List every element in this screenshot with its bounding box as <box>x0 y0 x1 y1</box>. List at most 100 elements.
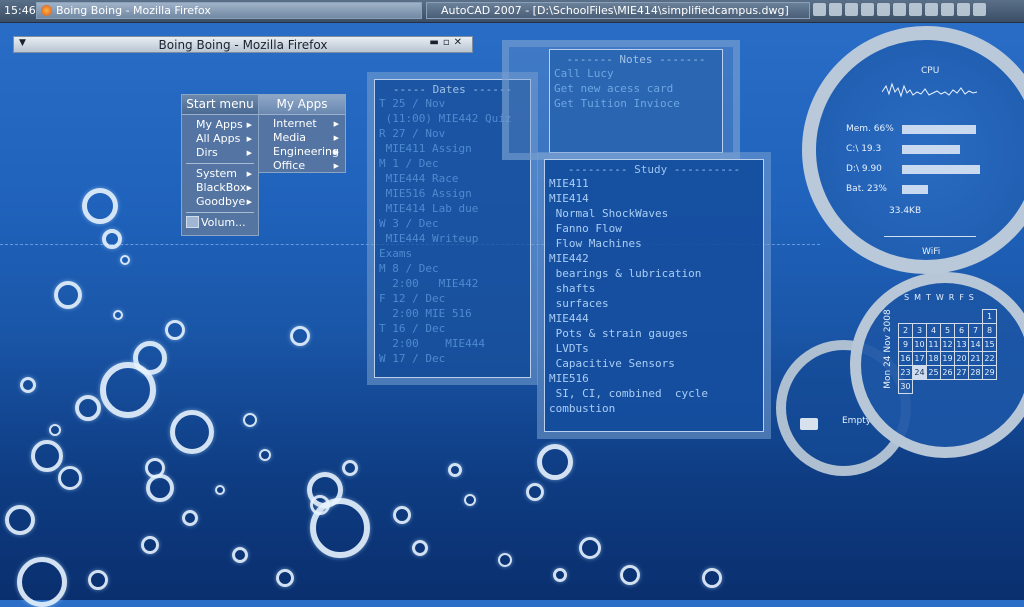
calendar-day[interactable]: 1 <box>982 309 997 324</box>
calendar-day[interactable]: 25 <box>926 365 941 380</box>
study-line: Normal ShockWaves <box>549 207 669 220</box>
study-line: MIE411 <box>549 177 589 190</box>
bubble-decoration <box>243 413 257 427</box>
trash-icon[interactable] <box>800 418 818 430</box>
taskbar-item-autocad[interactable]: AutoCAD 2007 - [D:\SchoolFiles\MIE414\si… <box>426 2 810 19</box>
bubble-decoration <box>448 463 462 477</box>
calendar-day[interactable]: 4 <box>926 323 941 338</box>
bubble-decoration <box>170 410 214 454</box>
bubble-decoration <box>290 326 310 346</box>
calendar-date-label: Mon 24 Nov 2008 <box>883 309 893 389</box>
calendar-day[interactable]: 20 <box>954 351 969 366</box>
wifi-label: WiFi <box>922 247 941 257</box>
dates-line: 2:00 MIE 516 <box>379 307 472 320</box>
calendar-day[interactable]: 23 <box>898 365 913 380</box>
calendar-day[interactable]: 22 <box>982 351 997 366</box>
menu-item-blackbox[interactable]: BlackBox ▶ <box>182 181 258 195</box>
clock[interactable]: 15:46 <box>4 4 36 17</box>
bubble-decoration <box>215 485 225 495</box>
bubble-decoration <box>498 553 512 567</box>
bubble-decoration <box>20 377 36 393</box>
calendar-day[interactable]: 24 <box>912 365 927 380</box>
menu-item-system[interactable]: System ▶ <box>182 167 258 181</box>
calendar-day[interactable]: 18 <box>926 351 941 366</box>
drive-icon[interactable] <box>829 3 842 16</box>
bubble-decoration <box>182 510 198 526</box>
calendar-day[interactable]: 21 <box>968 351 983 366</box>
menu-item-all-apps[interactable]: All Apps ▶ <box>182 132 258 146</box>
bubble-decoration <box>537 444 573 480</box>
bubble-decoration <box>412 540 428 556</box>
study-list: MIE411 MIE414 Normal ShockWaves Fanno Flo… <box>545 176 763 416</box>
network-line <box>884 236 976 237</box>
calendar-day[interactable]: 13 <box>954 337 969 352</box>
calendar-day[interactable]: 19 <box>940 351 955 366</box>
calendar-day[interactable]: 28 <box>968 365 983 380</box>
calendar-day[interactable]: 27 <box>954 365 969 380</box>
stat-label: Bat. 23% <box>846 184 887 194</box>
study-title: --------- Study ---------- <box>567 163 741 176</box>
system-tray <box>813 3 986 16</box>
drive-icon[interactable] <box>877 3 890 16</box>
menu-item-dirs[interactable]: Dirs ▶ <box>182 146 258 160</box>
calendar-day[interactable]: 10 <box>912 337 927 352</box>
display-icon[interactable] <box>813 3 826 16</box>
calendar-day[interactable]: 14 <box>968 337 983 352</box>
bubble-decoration <box>82 188 118 224</box>
calendar-day[interactable]: 3 <box>912 323 927 338</box>
bubble-decoration <box>141 536 159 554</box>
calendar-day[interactable]: 5 <box>940 323 955 338</box>
firefox-window-titlebar[interactable]: ▼ Boing Boing - Mozilla Firefox ▬▫✕ <box>13 36 473 53</box>
task-label: Boing Boing - Mozilla Firefox <box>56 4 211 17</box>
power-icon[interactable] <box>973 3 986 16</box>
bubble-decoration <box>54 281 82 309</box>
study-panel: --------- Study ---------- MIE411 MIE414 … <box>537 152 771 439</box>
speaker-icon[interactable] <box>957 3 970 16</box>
monitor-icon[interactable] <box>925 3 938 16</box>
cpu-graph <box>882 82 978 98</box>
network-icon[interactable] <box>845 3 858 16</box>
calendar-day[interactable]: 15 <box>982 337 997 352</box>
network-icon[interactable] <box>893 3 906 16</box>
calendar-day[interactable]: 17 <box>912 351 927 366</box>
window-controls[interactable]: ▬▫✕ <box>429 37 466 48</box>
bubble-decoration <box>49 424 61 436</box>
calendar-day[interactable]: 12 <box>940 337 955 352</box>
menu-item-internet[interactable]: Internet ▶ <box>259 117 345 131</box>
taskbar-item-firefox[interactable]: Boing Boing - Mozilla Firefox <box>36 2 422 19</box>
calendar-day[interactable]: 9 <box>898 337 913 352</box>
calendar-day[interactable]: 30 <box>898 379 913 394</box>
bubble-decoration <box>113 310 123 320</box>
dates-line: Exams <box>379 247 413 260</box>
menu-item-goodbye[interactable]: Goodbye ▶ <box>182 195 258 209</box>
calendar-day[interactable]: 16 <box>898 351 913 366</box>
dates-line: 2:00 MIE444 <box>379 337 485 350</box>
menu-item-volume[interactable]: Volum... <box>182 216 258 230</box>
bubble-decoration <box>259 449 271 461</box>
stat-bar <box>902 125 976 134</box>
menu-item-media[interactable]: Media ▶ <box>259 131 345 145</box>
dates-line: MIE444 Race <box>379 172 459 185</box>
calendar-day[interactable]: 6 <box>954 323 969 338</box>
calendar-day[interactable]: 11 <box>926 337 941 352</box>
bubble-decoration <box>145 458 165 478</box>
signal-icon[interactable] <box>909 3 922 16</box>
calendar-day[interactable]: 7 <box>968 323 983 338</box>
menu-item-my-apps[interactable]: My Apps ▶ <box>182 118 258 132</box>
calendar-day[interactable]: 8 <box>982 323 997 338</box>
bubble-decoration <box>702 568 722 588</box>
notes-title: ------- Notes ------- <box>566 53 706 66</box>
calendar-day[interactable]: 29 <box>982 365 997 380</box>
bubble-decoration <box>75 395 101 421</box>
menu-item-engineering[interactable]: Engineering ▶ <box>259 145 345 159</box>
settings-icon[interactable] <box>861 3 874 16</box>
bubble-decoration <box>5 505 35 535</box>
calendar-empty <box>927 380 941 394</box>
calendar-empty <box>941 310 955 324</box>
dates-line: M 8 / Dec <box>379 262 439 275</box>
volume-icon[interactable] <box>941 3 954 16</box>
study-line: surfaces <box>549 297 609 310</box>
menu-item-office[interactable]: Office ▶ <box>259 159 345 173</box>
calendar-day[interactable]: 2 <box>898 323 913 338</box>
calendar-day[interactable]: 26 <box>940 365 955 380</box>
